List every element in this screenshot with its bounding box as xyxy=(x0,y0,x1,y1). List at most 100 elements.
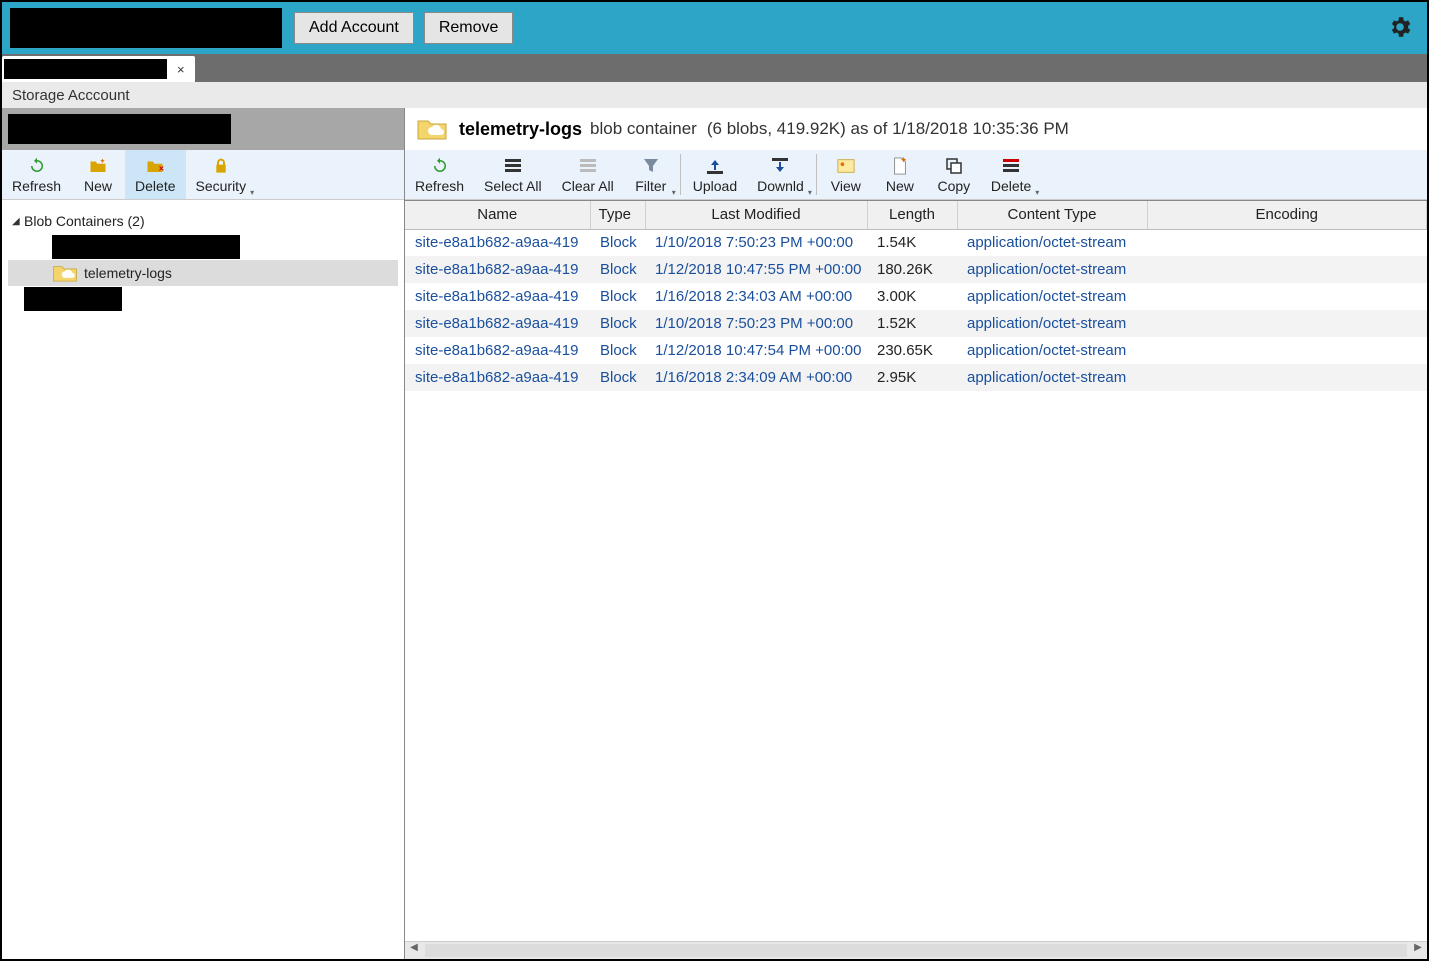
dropdown-arrow-icon[interactable]: ▾ xyxy=(672,188,676,197)
svg-text:×: × xyxy=(159,163,164,173)
table-row[interactable]: site-e8a1b682-a9aa-419Block1/10/2018 7:5… xyxy=(405,310,1427,337)
cell-name: site-e8a1b682-a9aa-419 xyxy=(405,364,590,391)
remove-button[interactable]: Remove xyxy=(424,12,514,44)
add-account-button[interactable]: Add Account xyxy=(294,12,414,44)
redacted-tab-label xyxy=(4,59,167,79)
table-row[interactable]: site-e8a1b682-a9aa-419Block1/12/2018 10:… xyxy=(405,256,1427,283)
cell-length: 3.00K xyxy=(867,283,957,310)
cell-length: 230.65K xyxy=(867,337,957,364)
copy-button[interactable]: Copy xyxy=(927,150,981,199)
view-button[interactable]: View xyxy=(819,150,873,199)
tree-item-label: telemetry-logs xyxy=(84,265,172,281)
column-headers: Name Type Last Modified Length Content T… xyxy=(405,201,1427,229)
cell-length: 2.95K xyxy=(867,364,957,391)
cell-type: Block xyxy=(590,256,645,283)
tree-root-label: Blob Containers (2) xyxy=(24,213,145,229)
collapse-arrow-icon: ◢ xyxy=(12,216,24,227)
cell-name: site-e8a1b682-a9aa-419 xyxy=(405,310,590,337)
lock-icon xyxy=(213,156,229,176)
redacted-container-name xyxy=(52,235,240,259)
settings-gear-icon[interactable] xyxy=(1387,14,1413,43)
cell-type: Block xyxy=(590,283,645,310)
delete-folder-icon: × xyxy=(146,156,164,176)
tree-item-redacted[interactable] xyxy=(8,234,398,260)
left-toolbar: Refresh New × Delete Security ▾ xyxy=(2,150,404,200)
cell-encoding xyxy=(1147,229,1427,256)
security-button[interactable]: Security ▾ xyxy=(186,150,257,199)
cell-type: Block xyxy=(590,310,645,337)
table-row[interactable]: site-e8a1b682-a9aa-419Block1/10/2018 7:5… xyxy=(405,229,1427,256)
tree-root-blob-containers[interactable]: ◢ Blob Containers (2) xyxy=(8,208,398,234)
funnel-icon xyxy=(643,156,659,176)
download-icon xyxy=(772,156,788,176)
col-type[interactable]: Type xyxy=(590,201,645,229)
tree-item-redacted-2[interactable] xyxy=(8,286,398,312)
upload-icon xyxy=(707,156,723,176)
horizontal-scrollbar[interactable]: ◀ ▶ xyxy=(405,941,1427,959)
cell-modified: 1/10/2018 7:50:23 PM +00:00 xyxy=(645,229,867,256)
cloud-folder-icon xyxy=(52,263,78,283)
delete-button[interactable]: × Delete xyxy=(125,150,185,199)
container-kind: blob container xyxy=(590,119,697,139)
upload-button[interactable]: Upload xyxy=(683,150,747,199)
refresh-button[interactable]: Refresh xyxy=(405,150,474,199)
filter-button[interactable]: Filter▾ xyxy=(624,150,678,199)
delete-button[interactable]: Delete▾ xyxy=(981,150,1041,199)
cell-modified: 1/16/2018 2:34:03 AM +00:00 xyxy=(645,283,867,310)
cell-modified: 1/12/2018 10:47:54 PM +00:00 xyxy=(645,337,867,364)
new-button[interactable]: New xyxy=(71,150,125,199)
select-all-icon xyxy=(505,156,521,176)
table-row[interactable]: site-e8a1b682-a9aa-419Block1/16/2018 2:3… xyxy=(405,364,1427,391)
dropdown-arrow-icon[interactable]: ▾ xyxy=(1035,188,1039,197)
scroll-left-icon[interactable]: ◀ xyxy=(405,942,423,959)
clear-all-button[interactable]: Clear All xyxy=(552,150,624,199)
breadcrumb-label: Storage Acccount xyxy=(2,82,1427,108)
col-modified[interactable]: Last Modified xyxy=(645,201,867,229)
dropdown-arrow-icon[interactable]: ▾ xyxy=(250,188,254,197)
copy-icon xyxy=(945,156,963,176)
cell-modified: 1/10/2018 7:50:23 PM +00:00 xyxy=(645,310,867,337)
redacted-node xyxy=(24,287,122,311)
cell-name: site-e8a1b682-a9aa-419 xyxy=(405,256,590,283)
blob-grid[interactable]: Name Type Last Modified Length Content T… xyxy=(405,200,1427,941)
tab-strip: × xyxy=(2,54,1427,82)
cell-name: site-e8a1b682-a9aa-419 xyxy=(405,283,590,310)
cell-content-type: application/octet-stream xyxy=(957,283,1147,310)
cell-type: Block xyxy=(590,364,645,391)
cell-length: 1.52K xyxy=(867,310,957,337)
scroll-track[interactable] xyxy=(425,944,1407,957)
redacted-account-name xyxy=(8,114,231,144)
account-bar xyxy=(2,108,404,150)
select-all-button[interactable]: Select All xyxy=(474,150,552,199)
right-pane: telemetry-logs blob container (6 blobs, … xyxy=(405,108,1427,959)
redacted-account-dropdown[interactable] xyxy=(10,8,282,48)
refresh-icon xyxy=(431,156,449,176)
col-encoding[interactable]: Encoding xyxy=(1147,201,1427,229)
col-content-type[interactable]: Content Type xyxy=(957,201,1147,229)
cell-name: site-e8a1b682-a9aa-419 xyxy=(405,337,590,364)
active-tab[interactable]: × xyxy=(2,56,195,82)
col-name[interactable]: Name xyxy=(405,201,590,229)
new-folder-icon xyxy=(89,156,107,176)
delete-icon xyxy=(1003,156,1019,176)
cell-encoding xyxy=(1147,364,1427,391)
refresh-button[interactable]: Refresh xyxy=(2,150,71,199)
clear-all-icon xyxy=(580,156,596,176)
table-row[interactable]: site-e8a1b682-a9aa-419Block1/12/2018 10:… xyxy=(405,337,1427,364)
table-row[interactable]: site-e8a1b682-a9aa-419Block1/16/2018 2:3… xyxy=(405,283,1427,310)
new-button[interactable]: New xyxy=(873,150,927,199)
download-button[interactable]: Downld▾ xyxy=(747,150,814,199)
cell-type: Block xyxy=(590,337,645,364)
cell-type: Block xyxy=(590,229,645,256)
view-icon xyxy=(837,156,855,176)
cell-length: 180.26K xyxy=(867,256,957,283)
tree-item-telemetry-logs[interactable]: telemetry-logs xyxy=(8,260,398,286)
col-length[interactable]: Length xyxy=(867,201,957,229)
left-pane: Refresh New × Delete Security ▾ ◢ Blob C… xyxy=(2,108,405,959)
dropdown-arrow-icon[interactable]: ▾ xyxy=(808,188,812,197)
scroll-right-icon[interactable]: ▶ xyxy=(1409,942,1427,959)
tab-close-icon[interactable]: × xyxy=(173,62,189,77)
cell-length: 1.54K xyxy=(867,229,957,256)
container-stats: (6 blobs, 419.92K) as of 1/18/2018 10:35… xyxy=(707,119,1069,139)
cell-name: site-e8a1b682-a9aa-419 xyxy=(405,229,590,256)
